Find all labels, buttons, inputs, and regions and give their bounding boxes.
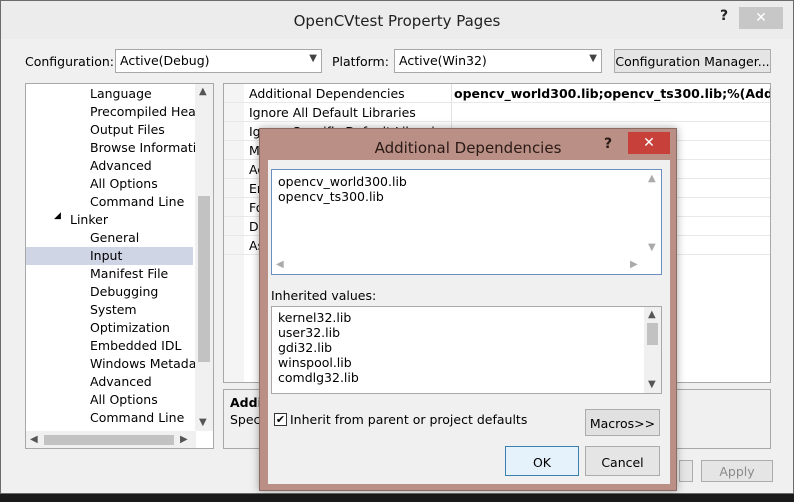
tree-item[interactable]: Command Line <box>26 409 193 427</box>
dialog-title: Additional Dependencies <box>374 139 562 157</box>
inherited-scrollbar[interactable]: ▲ ▼ <box>644 307 661 393</box>
tree-item-label: Precompiled Heade <box>90 104 212 119</box>
additional-dependencies-dialog: Additional Dependencies ? ✕ opencv_world… <box>259 128 677 491</box>
inherit-checkbox-label[interactable]: Inherit from parent or project defaults <box>290 412 527 427</box>
property-tree: Language Precompiled Heade Output Files Bro… <box>25 83 214 449</box>
scroll-left-icon[interactable]: ◀ <box>276 259 284 270</box>
property-name: Ignore All Default Libraries <box>249 105 416 120</box>
tree-item-label: All Options <box>90 176 158 191</box>
scroll-up-icon[interactable]: ▲ <box>648 173 656 184</box>
tree-item-label: System <box>90 302 137 317</box>
dialog-close-button[interactable]: ✕ <box>628 132 670 154</box>
property-row[interactable]: Ignore All Default Libraries <box>224 103 770 122</box>
configuration-label: Configuration: <box>25 54 114 69</box>
tree-vertical-scrollbar[interactable]: ▲ ▼ <box>195 84 213 431</box>
tree-item-label: All Options <box>90 392 158 407</box>
window-title: OpenCVtest Property Pages <box>293 12 501 30</box>
scroll-down-icon[interactable]: ▼ <box>199 417 207 428</box>
scroll-up-icon[interactable]: ▲ <box>648 309 656 320</box>
tree-item-label: Debugging <box>90 284 159 299</box>
tree-item[interactable]: Windows Metadata <box>26 355 209 373</box>
tree-item[interactable]: Language <box>26 85 193 103</box>
edit-line[interactable]: opencv_world300.lib <box>278 174 407 189</box>
property-value[interactable]: opencv_world300.lib;opencv_ts300.lib;%(A… <box>454 86 770 101</box>
configuration-row: Configuration: Active(Debug) ▼ Platform:… <box>1 49 793 75</box>
inherit-checkbox[interactable]: ✔ <box>274 413 287 426</box>
tree-item[interactable]: Manifest File <box>26 265 193 283</box>
tree-item[interactable]: Optimization <box>26 319 193 337</box>
scroll-right-icon[interactable]: ▶ <box>630 259 638 270</box>
platform-dropdown[interactable]: Active(Win32) ▼ <box>394 49 602 73</box>
tree-item-label: Advanced <box>90 158 152 173</box>
scrollbar-thumb[interactable] <box>44 435 174 445</box>
tree-item-label: Input <box>90 248 123 263</box>
tree-item[interactable]: Output Files <box>26 121 193 139</box>
tree-item[interactable]: Advanced <box>26 157 193 175</box>
help-button[interactable]: ? <box>713 8 735 28</box>
scroll-up-icon[interactable]: ▲ <box>199 86 207 97</box>
inherited-item: comdlg32.lib <box>278 370 359 385</box>
tree-item-label: Linker <box>70 212 108 227</box>
inherited-item: user32.lib <box>278 325 341 340</box>
tree-item[interactable]: Precompiled Heade <box>26 103 211 121</box>
partially-hidden-button[interactable] <box>679 460 693 482</box>
macros-button[interactable]: Macros>> <box>585 409 660 436</box>
apply-button[interactable]: Apply <box>701 460 773 482</box>
tree-item-label: Command Line <box>90 410 185 425</box>
tree-item-label: Advanced <box>90 374 152 389</box>
inherited-item: winspool.lib <box>278 355 352 370</box>
inherited-item: kernel32.lib <box>278 310 352 325</box>
property-name: Additional Dependencies <box>249 86 405 101</box>
edit-vertical-scrollbar[interactable]: ▲ ▼ <box>644 170 661 257</box>
inherited-values-list: kernel32.lib user32.lib gdi32.lib winspool.… <box>271 306 662 394</box>
platform-label: Platform: <box>332 54 389 69</box>
scroll-left-icon[interactable]: ◀ <box>30 434 38 445</box>
tree-item-label: Command Line <box>90 194 185 209</box>
tree-item[interactable]: ◢ Linker <box>26 211 193 229</box>
tree-item[interactable]: System <box>26 301 193 319</box>
dialog-help-button[interactable]: ? <box>604 136 612 152</box>
chevron-down-icon: ▼ <box>589 53 597 64</box>
edit-line[interactable]: opencv_ts300.lib <box>278 189 384 204</box>
tree-item-label: Embedded IDL <box>90 338 182 353</box>
scrollbar-thumb[interactable] <box>198 196 210 362</box>
tree-item[interactable]: All Options <box>26 391 193 409</box>
configuration-dropdown[interactable]: Active(Debug) ▼ <box>115 49 322 73</box>
configuration-value: Active(Debug) <box>120 53 210 68</box>
expand-icon[interactable]: ◢ <box>54 211 61 221</box>
tree-item-label: Output Files <box>90 122 165 137</box>
tree-item-label: Browse Information <box>90 140 212 155</box>
tree-item-label: Windows Metadata <box>90 356 209 371</box>
title-bar: OpenCVtest Property Pages ? ✕ <box>1 1 793 39</box>
inherited-values-label: Inherited values: <box>271 288 377 303</box>
tree-item[interactable]: Browse Information <box>26 139 212 157</box>
tree-horizontal-scrollbar[interactable]: ◀ ▶ <box>26 431 196 448</box>
chevron-down-icon: ▼ <box>309 53 317 64</box>
ok-button[interactable]: OK <box>505 446 579 476</box>
platform-value: Active(Win32) <box>399 53 487 68</box>
scrollbar-thumb[interactable] <box>647 323 658 345</box>
tree-item[interactable]: Advanced <box>26 373 193 391</box>
property-row[interactable]: Additional Dependencies opencv_world300.l… <box>224 84 770 103</box>
tree-item[interactable]: Embedded IDL <box>26 337 193 355</box>
scroll-down-icon[interactable]: ▼ <box>648 242 656 253</box>
tree-item-label: General <box>90 230 140 245</box>
tree-item[interactable]: Command Line <box>26 193 193 211</box>
edit-horizontal-scrollbar[interactable]: ◀ ▶ <box>272 257 644 274</box>
scroll-right-icon[interactable]: ▶ <box>180 434 188 445</box>
tree-item-label: Manifest File <box>90 266 169 281</box>
inherited-item: gdi32.lib <box>278 340 333 355</box>
configuration-manager-button[interactable]: Configuration Manager... <box>614 49 771 73</box>
tree-item[interactable]: General <box>26 229 193 247</box>
cancel-button[interactable]: Cancel <box>585 446 660 476</box>
tree-item[interactable]: Input <box>26 247 193 265</box>
tree-item[interactable]: All Options <box>26 175 193 193</box>
close-button[interactable]: ✕ <box>739 7 783 29</box>
tree-item[interactable]: Debugging <box>26 283 193 301</box>
tree-item-label: Optimization <box>90 320 170 335</box>
dependencies-editbox[interactable]: opencv_world300.lib opencv_ts300.lib ▲ ▼… <box>271 169 662 275</box>
scroll-down-icon[interactable]: ▼ <box>648 379 656 390</box>
tree-item-label: Language <box>90 86 152 101</box>
dialog-body: opencv_world300.lib opencv_ts300.lib ▲ ▼… <box>268 160 670 484</box>
